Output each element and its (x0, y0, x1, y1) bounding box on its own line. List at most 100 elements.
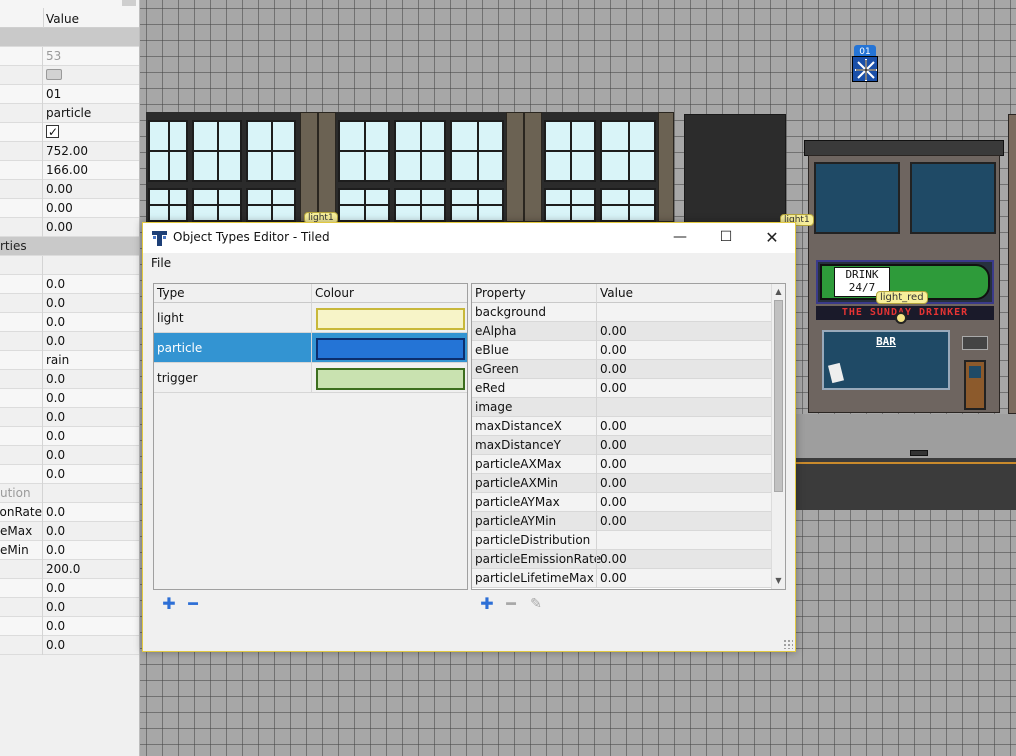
menu-file[interactable]: File (151, 256, 171, 270)
scroll-down-icon[interactable]: ▼ (772, 574, 785, 588)
property-value[interactable]: 0.00 (596, 379, 771, 398)
property-row[interactable] (0, 66, 139, 85)
property-value[interactable]: 166.00 (46, 161, 138, 180)
property-value[interactable]: 0.0 (46, 370, 138, 389)
property-row[interactable]: 0.0 (0, 275, 139, 294)
property-row[interactable]: 0.0 (0, 313, 139, 332)
light-red-object-label[interactable]: light_red (876, 291, 928, 304)
property-row[interactable]: eMin 0.0 (0, 541, 139, 560)
property-row[interactable]: eMax 0.0 (0, 522, 139, 541)
property-row[interactable]: 01 (0, 85, 139, 104)
property-row[interactable]: 0.0 (0, 408, 139, 427)
property-row[interactable]: 0.00 (0, 218, 139, 237)
type-name[interactable]: particle (157, 333, 202, 363)
property-row[interactable]: 0.0 (0, 446, 139, 465)
dialog-titlebar[interactable]: Object Types Editor - Tiled — ☐ ✕ (143, 223, 795, 253)
property-row-image[interactable]: image (472, 398, 771, 417)
scrollbar-thumb[interactable] (774, 300, 783, 492)
property-row-maxDistanceX[interactable]: maxDistanceX 0.00 (472, 417, 771, 436)
property-row[interactable]: onRate 0.0 (0, 503, 139, 522)
close-button[interactable]: ✕ (749, 223, 795, 253)
property-row[interactable]: 0.0 (0, 332, 139, 351)
property-value[interactable]: 0.0 (46, 427, 138, 446)
property-value[interactable]: 0.00 (596, 569, 771, 588)
property-row[interactable]: 0.0 (0, 465, 139, 484)
property-row-particleEmissionRate[interactable]: particleEmissionRate 0.00 (472, 550, 771, 569)
property-value[interactable]: 0.00 (596, 512, 771, 531)
property-row[interactable]: 0.0 (0, 617, 139, 636)
property-value[interactable] (596, 398, 771, 417)
property-value[interactable]: 0.0 (46, 503, 138, 522)
remove-type-button[interactable]: ━ (184, 595, 202, 613)
property-value[interactable]: rain (46, 351, 138, 370)
property-value[interactable]: 0.0 (46, 598, 138, 617)
property-row-particleDistribution[interactable]: particleDistribution (472, 531, 771, 550)
props-header-value[interactable]: Value (596, 284, 771, 303)
property-row-particleAXMin[interactable]: particleAXMin 0.00 (472, 474, 771, 493)
property-value[interactable]: 0.0 (46, 313, 138, 332)
property-row-background[interactable]: background (472, 303, 771, 322)
property-value[interactable] (46, 256, 138, 275)
property-value[interactable] (46, 123, 138, 142)
property-value[interactable]: 0.0 (46, 617, 138, 636)
property-value[interactable]: 0.00 (596, 341, 771, 360)
property-value[interactable]: 0.00 (596, 455, 771, 474)
particle-object-icon[interactable] (852, 56, 878, 82)
property-value[interactable]: 0.00 (596, 417, 771, 436)
property-row[interactable]: 0.0 (0, 579, 139, 598)
property-row-maxDistanceY[interactable]: maxDistanceY 0.00 (472, 436, 771, 455)
type-colour-cell[interactable] (311, 303, 467, 333)
property-row-eAlpha[interactable]: eAlpha 0.00 (472, 322, 771, 341)
properties-scrollbar[interactable]: ▲ ▼ (771, 284, 785, 589)
remove-property-button[interactable]: ━ (502, 595, 520, 613)
property-row[interactable]: 752.00 (0, 142, 139, 161)
rename-property-button[interactable]: ✎ (527, 595, 545, 613)
colour-swatch[interactable] (316, 338, 465, 360)
property-value[interactable]: 0.00 (596, 322, 771, 341)
property-row[interactable]: 0.00 (0, 180, 139, 199)
property-value[interactable]: 0.00 (596, 474, 771, 493)
types-header-colour[interactable]: Colour (311, 284, 467, 303)
resize-grip-icon[interactable] (783, 639, 793, 649)
add-property-button[interactable]: ✚ (478, 595, 496, 613)
property-group-row[interactable] (0, 28, 139, 47)
property-value[interactable]: 0.00 (596, 436, 771, 455)
type-name[interactable]: trigger (157, 363, 198, 393)
property-value[interactable]: 0.00 (46, 199, 138, 218)
property-row-eRed[interactable]: eRed 0.00 (472, 379, 771, 398)
property-value[interactable]: 752.00 (46, 142, 138, 161)
property-value[interactable] (46, 484, 138, 503)
colour-swatch[interactable] (316, 308, 465, 330)
property-value[interactable]: 200.0 (46, 560, 138, 579)
property-value[interactable] (596, 303, 771, 322)
property-value[interactable]: 01 (46, 85, 138, 104)
property-value[interactable]: 0.00 (46, 218, 138, 237)
property-value[interactable]: 0.0 (46, 636, 138, 655)
property-row[interactable]: 200.0 (0, 560, 139, 579)
property-row[interactable]: 53 (0, 47, 139, 66)
property-value[interactable] (596, 531, 771, 550)
property-value[interactable]: 0.0 (46, 275, 138, 294)
panel-close-icon[interactable] (122, 0, 136, 6)
maximize-button[interactable]: ☐ (703, 223, 749, 253)
property-value[interactable]: 0.0 (46, 332, 138, 351)
property-row[interactable]: 166.00 (0, 161, 139, 180)
property-group-row[interactable]: rties (0, 237, 139, 256)
property-value[interactable]: 0.0 (46, 465, 138, 484)
minimize-button[interactable]: — (657, 223, 703, 253)
property-row[interactable]: 0.0 (0, 370, 139, 389)
property-row-particleAYMax[interactable]: particleAYMax 0.00 (472, 493, 771, 512)
property-row[interactable]: 0.0 (0, 636, 139, 655)
property-row[interactable]: ution (0, 484, 139, 503)
type-row-particle[interactable]: particle (154, 333, 467, 363)
property-value[interactable]: 0.0 (46, 446, 138, 465)
types-header-type[interactable]: Type (154, 284, 311, 303)
property-row-eBlue[interactable]: eBlue 0.00 (472, 341, 771, 360)
scroll-up-icon[interactable]: ▲ (772, 285, 785, 299)
property-value[interactable]: 0.0 (46, 579, 138, 598)
property-value[interactable]: particle (46, 104, 138, 123)
color-swatch[interactable] (46, 69, 62, 80)
property-row[interactable]: 0.0 (0, 294, 139, 313)
property-value[interactable]: 0.00 (46, 180, 138, 199)
property-value[interactable]: 0.0 (46, 294, 138, 313)
